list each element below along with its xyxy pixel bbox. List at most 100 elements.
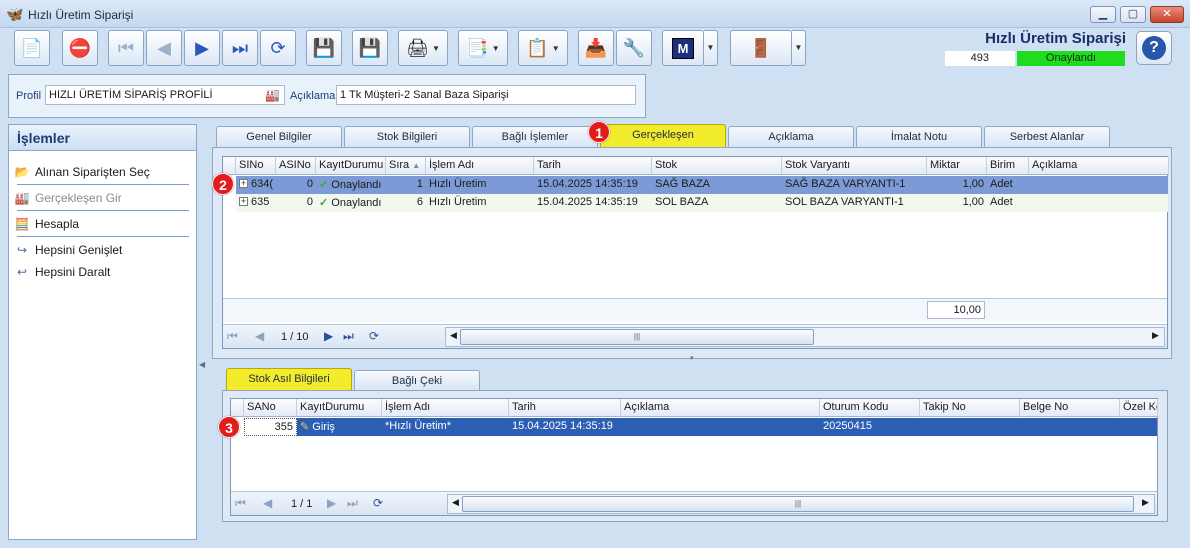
factory-icon[interactable]: 🏭 — [265, 88, 280, 102]
table-cell[interactable]: Hızlı Üretim — [426, 194, 534, 212]
column-header[interactable]: Oturum Kodu — [820, 399, 920, 417]
scroll-left-icon[interactable]: ◀ — [452, 497, 459, 508]
last-page-icon[interactable]: ⏭ — [343, 329, 354, 344]
minimize-button[interactable]: ▁ — [1090, 6, 1116, 23]
table-cell[interactable]: SAĞ BAZA VARYANTI-1 — [782, 176, 927, 194]
table-cell[interactable]: 1 — [386, 176, 426, 194]
close-button[interactable]: ✕ — [1150, 6, 1184, 23]
next-record-button[interactable]: ▶ — [184, 30, 220, 66]
column-header[interactable]: Takip No — [920, 399, 1020, 417]
table-cell[interactable] — [1020, 418, 1120, 436]
table-cell[interactable]: +634( — [236, 176, 276, 194]
table-cell[interactable]: 1,00 — [927, 194, 987, 212]
scroll-left-icon[interactable]: ◀ — [450, 330, 457, 341]
scroll-right-icon[interactable]: ▶ — [1142, 497, 1149, 508]
table-cell[interactable]: SAĞ BAZA — [652, 176, 782, 194]
tab-manufacturing-note[interactable]: İmalat Notu — [856, 126, 982, 148]
table-cell[interactable]: Adet — [987, 176, 1029, 194]
horizontal-scrollbar[interactable]: ◀ ||| ▶ — [445, 327, 1165, 347]
horizontal-scrollbar[interactable]: ◀ ||| ▶ — [447, 494, 1155, 514]
table-cell[interactable] — [1029, 176, 1169, 194]
table-cell[interactable]: ✓ Onaylandı — [316, 194, 386, 212]
sidebar-item-calculate[interactable]: 🧮 Hesapla — [13, 213, 193, 235]
column-header[interactable]: Stok Varyantı — [782, 157, 927, 175]
column-header[interactable]: Belge No — [1020, 399, 1120, 417]
column-header[interactable]: Açıklama — [621, 399, 820, 417]
pdf-export-button[interactable]: 📑 ▼ — [458, 30, 508, 66]
table-cell[interactable]: ✎ Giriş — [297, 418, 382, 436]
column-header[interactable]: İşlem Adı — [382, 399, 509, 417]
description-field[interactable]: 1 Tk Müşteri-2 Sanal Baza Siparişi — [336, 85, 636, 105]
m-module-button[interactable]: M — [662, 30, 704, 66]
transfer-button[interactable]: 📋 ▼ — [518, 30, 568, 66]
scrollbar-thumb[interactable]: ||| — [460, 329, 814, 345]
first-record-button[interactable]: ⏮ — [108, 30, 144, 66]
previous-page-icon[interactable]: ◀ — [263, 496, 272, 510]
splitter-grip-icon[interactable]: ▾ — [690, 354, 694, 362]
table-cell[interactable]: 0 — [276, 176, 316, 194]
column-header[interactable]: Açıklama — [1029, 157, 1169, 175]
table-cell[interactable]: 355 — [244, 418, 297, 436]
tab-realized[interactable]: Gerçekleşen — [600, 124, 726, 148]
scroll-right-icon[interactable]: ▶ — [1152, 330, 1159, 341]
profile-field[interactable]: HIZLI ÜRETİM SİPARİŞ PROFİLİ — [45, 85, 285, 105]
table-cell[interactable]: Adet — [987, 194, 1029, 212]
column-header[interactable]: Özel Ko — [1120, 399, 1158, 417]
column-header[interactable]: KayıtDurumu — [316, 157, 386, 175]
table-cell[interactable] — [920, 418, 1020, 436]
column-header[interactable]: ASINo — [276, 157, 316, 175]
previous-page-icon[interactable]: ◀ — [255, 329, 264, 343]
expand-row-icon[interactable]: + — [239, 197, 248, 206]
sidebar-item-collapse-all[interactable]: ↩ Hepsini Daralt — [13, 261, 193, 283]
exit-button[interactable]: 🚪 — [730, 30, 792, 66]
refresh-button[interactable]: ⟳ — [260, 30, 296, 66]
tab-linked-slip[interactable]: Bağlı Çeki — [354, 370, 480, 392]
tab-general-info[interactable]: Genel Bilgiler — [216, 126, 342, 148]
last-page-icon[interactable]: ⏭ — [347, 496, 358, 511]
last-record-button[interactable]: ⏭ — [222, 30, 258, 66]
table-cell[interactable]: 15.04.2025 14:35:19 — [534, 194, 652, 212]
tab-stock-main-info[interactable]: Stok Asıl Bilgileri — [226, 368, 352, 392]
column-header[interactable]: İşlem Adı — [426, 157, 534, 175]
table-cell[interactable]: Hızlı Üretim — [426, 176, 534, 194]
delete-document-button[interactable]: ⛔ — [62, 30, 98, 66]
table-cell[interactable] — [621, 418, 820, 436]
maximize-button[interactable]: ▢ — [1120, 6, 1146, 23]
tools-button[interactable]: 🔧 — [616, 30, 652, 66]
column-header-sorted[interactable]: Sıra ▲ — [386, 157, 426, 175]
exit-dropdown[interactable]: ▼ — [792, 30, 806, 66]
next-page-icon[interactable]: ▶ — [327, 496, 336, 510]
table-cell[interactable] — [1029, 194, 1169, 212]
save-button[interactable]: 💾 — [306, 30, 342, 66]
column-header[interactable]: Tarih — [509, 399, 621, 417]
sidebar-item-select-from-order[interactable]: 📂 Alınan Siparişten Seç — [13, 161, 193, 183]
column-header[interactable]: KayıtDurumu — [297, 399, 382, 417]
table-cell[interactable]: SOL BAZA — [652, 194, 782, 212]
scrollbar-thumb[interactable]: ||| — [462, 496, 1134, 512]
table-cell[interactable]: ✓ Onaylandı — [316, 176, 386, 194]
m-module-dropdown[interactable]: ▼ — [704, 30, 718, 66]
refresh-icon[interactable]: ⟳ — [373, 496, 383, 510]
column-header[interactable]: Tarih — [534, 157, 652, 175]
tab-linked-operations[interactable]: Bağlı İşlemler — [472, 126, 598, 148]
tab-description[interactable]: Açıklama — [728, 126, 854, 148]
tab-free-fields[interactable]: Serbest Alanlar — [984, 126, 1110, 148]
tab-stock-info[interactable]: Stok Bilgileri — [344, 126, 470, 148]
table-cell[interactable]: 15.04.2025 14:35:19 — [509, 418, 621, 436]
column-header[interactable]: SINo — [236, 157, 276, 175]
sidebar-item-expand-all[interactable]: ↪ Hepsini Genişlet — [13, 239, 193, 261]
table-cell[interactable]: *Hızlı Üretim* — [382, 418, 509, 436]
refresh-icon[interactable]: ⟳ — [369, 329, 379, 343]
column-header[interactable]: Miktar — [927, 157, 987, 175]
table-cell[interactable]: +635 — [236, 194, 276, 212]
column-header[interactable]: Birim — [987, 157, 1029, 175]
first-page-icon[interactable]: ⏮ — [235, 496, 246, 511]
print-button[interactable]: 🖨 ▼ — [398, 30, 448, 66]
new-document-button[interactable]: 📄 — [14, 30, 50, 66]
sidebar-item-enter-realized[interactable]: 🏭 Gerçekleşen Gir — [13, 187, 193, 209]
first-page-icon[interactable]: ⏮ — [227, 329, 238, 344]
table-cell[interactable]: 0 — [276, 194, 316, 212]
help-button[interactable]: ? — [1136, 31, 1172, 65]
table-cell[interactable]: 20250415 — [820, 418, 920, 436]
column-header[interactable]: SANo — [244, 399, 297, 417]
